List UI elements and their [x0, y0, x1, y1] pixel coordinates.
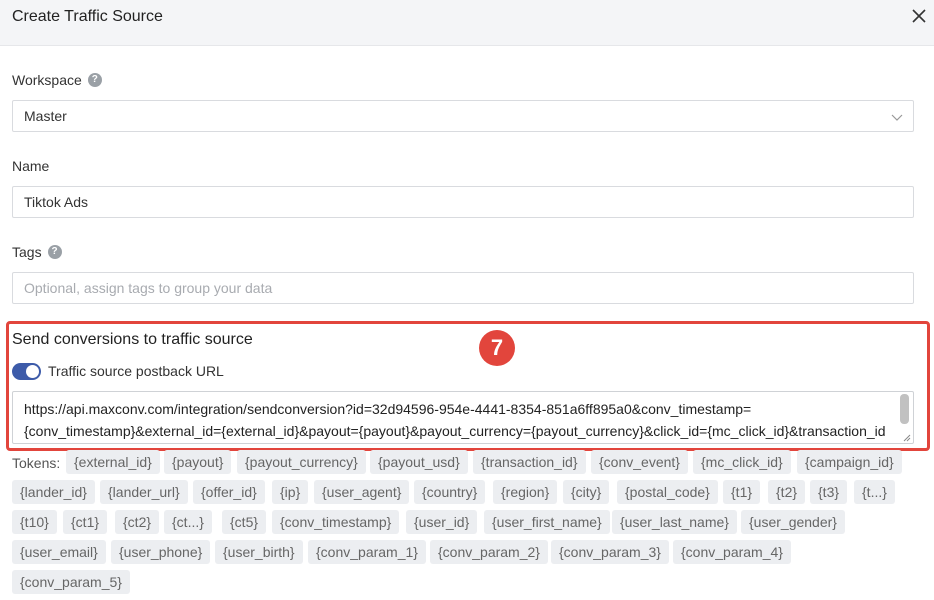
workspace-select[interactable]: Master [12, 100, 914, 132]
token-chip[interactable]: {transaction_id} [473, 450, 586, 474]
token-chip[interactable]: {t2} [768, 480, 806, 504]
token-chip[interactable]: {campaign_id} [797, 450, 902, 474]
token-chip[interactable]: {user_last_name} [612, 510, 737, 534]
token-chip[interactable]: {ct...} [164, 510, 212, 534]
step-badge: 7 [479, 330, 515, 366]
workspace-label: Workspace ? [12, 72, 102, 88]
token-chip[interactable]: {user_agent} [314, 480, 410, 504]
section-title: Send conversions to traffic source [12, 331, 253, 348]
token-chip[interactable]: {external_id} [66, 450, 160, 474]
token-chip[interactable]: {conv_timestamp} [272, 510, 400, 534]
token-chip[interactable]: {t10} [12, 510, 57, 534]
name-label: Name [12, 158, 50, 174]
token-chip[interactable]: {ct5} [222, 510, 267, 534]
token-chip[interactable]: {conv_param_4} [673, 540, 791, 564]
scrollbar[interactable] [900, 394, 909, 424]
token-chip[interactable]: {region} [493, 480, 558, 504]
help-icon[interactable]: ? [47, 245, 62, 259]
token-chip[interactable]: {conv_param_5} [12, 570, 130, 594]
token-chip[interactable]: {user_email} [12, 540, 106, 564]
name-input[interactable]: Tiktok Ads [12, 186, 914, 218]
token-chip[interactable]: {conv_param_2} [430, 540, 548, 564]
url-line-1: https://api.maxconv.com/integration/send… [24, 401, 752, 417]
toggle-knob [26, 365, 39, 378]
token-chip[interactable]: {user_gender} [741, 510, 845, 534]
tokens-label: Tokens: [12, 455, 61, 471]
token-chip[interactable]: {t1} [723, 480, 761, 504]
token-chip[interactable]: {conv_event} [591, 450, 688, 474]
token-chip[interactable]: {payout_currency} [237, 450, 366, 474]
token-chip[interactable]: {user_birth} [215, 540, 303, 564]
toggle-label: Traffic source postback URL [48, 363, 224, 379]
dialog-header: Create Traffic Source [0, 0, 934, 46]
resize-handle-icon[interactable] [903, 434, 911, 442]
token-chip[interactable]: {user_phone} [111, 540, 211, 564]
help-icon[interactable]: ? [87, 73, 102, 87]
chevron-down-icon [891, 114, 903, 121]
token-chip[interactable]: {ct2} [115, 510, 160, 534]
close-icon[interactable] [909, 6, 929, 26]
token-chip[interactable]: {city} [563, 480, 610, 504]
postback-toggle[interactable] [12, 363, 41, 380]
token-chip[interactable]: {user_id} [406, 510, 478, 534]
token-chip[interactable]: {user_first_name} [484, 510, 610, 534]
token-chip[interactable]: {mc_click_id} [693, 450, 791, 474]
token-chip[interactable]: {postal_code} [617, 480, 718, 504]
tags-input[interactable]: Optional, assign tags to group your data [12, 272, 914, 304]
token-chip[interactable]: {payout_usd} [370, 450, 468, 474]
token-chip[interactable]: {conv_param_1} [308, 540, 426, 564]
token-chip[interactable]: {ip} [272, 480, 309, 504]
token-chip[interactable]: {conv_param_3} [551, 540, 669, 564]
token-chip[interactable]: {country} [414, 480, 486, 504]
token-chip[interactable]: {lander_url} [100, 480, 188, 504]
token-chip[interactable]: {t...} [854, 480, 895, 504]
token-chip[interactable]: {t3} [810, 480, 848, 504]
token-chip[interactable]: {payout} [164, 450, 232, 474]
url-line-2: {conv_timestamp}&external_id={external_i… [24, 423, 885, 439]
token-chip[interactable]: {offer_id} [193, 480, 265, 504]
postback-url-textarea[interactable]: https://api.maxconv.com/integration/send… [12, 391, 914, 444]
token-chip[interactable]: {ct1} [63, 510, 108, 534]
dialog-title: Create Traffic Source [12, 8, 163, 25]
token-chip[interactable]: {lander_id} [12, 480, 95, 504]
tags-label: Tags ? [12, 244, 62, 260]
